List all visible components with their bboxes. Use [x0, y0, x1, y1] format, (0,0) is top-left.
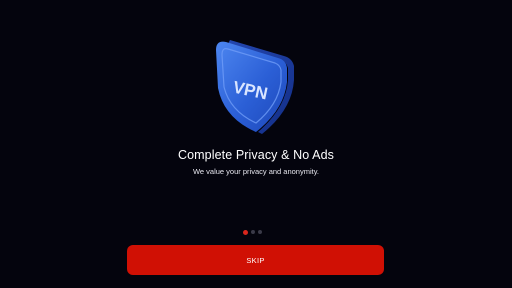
onboarding-screen: VPN Complete Privacy & No Ads We value y… — [0, 0, 512, 288]
pagination-dots — [243, 229, 269, 235]
pagination-dot-3[interactable] — [258, 230, 262, 234]
pagination-dot-2[interactable] — [251, 230, 255, 234]
onboarding-subtitle: We value your privacy and anonymity. — [192, 167, 320, 176]
onboarding-title: Complete Privacy & No Ads — [177, 148, 335, 162]
vpn-shield-icon: VPN — [206, 34, 302, 138]
pagination-dot-1[interactable] — [243, 229, 248, 235]
skip-button[interactable]: SKIP — [127, 245, 384, 275]
